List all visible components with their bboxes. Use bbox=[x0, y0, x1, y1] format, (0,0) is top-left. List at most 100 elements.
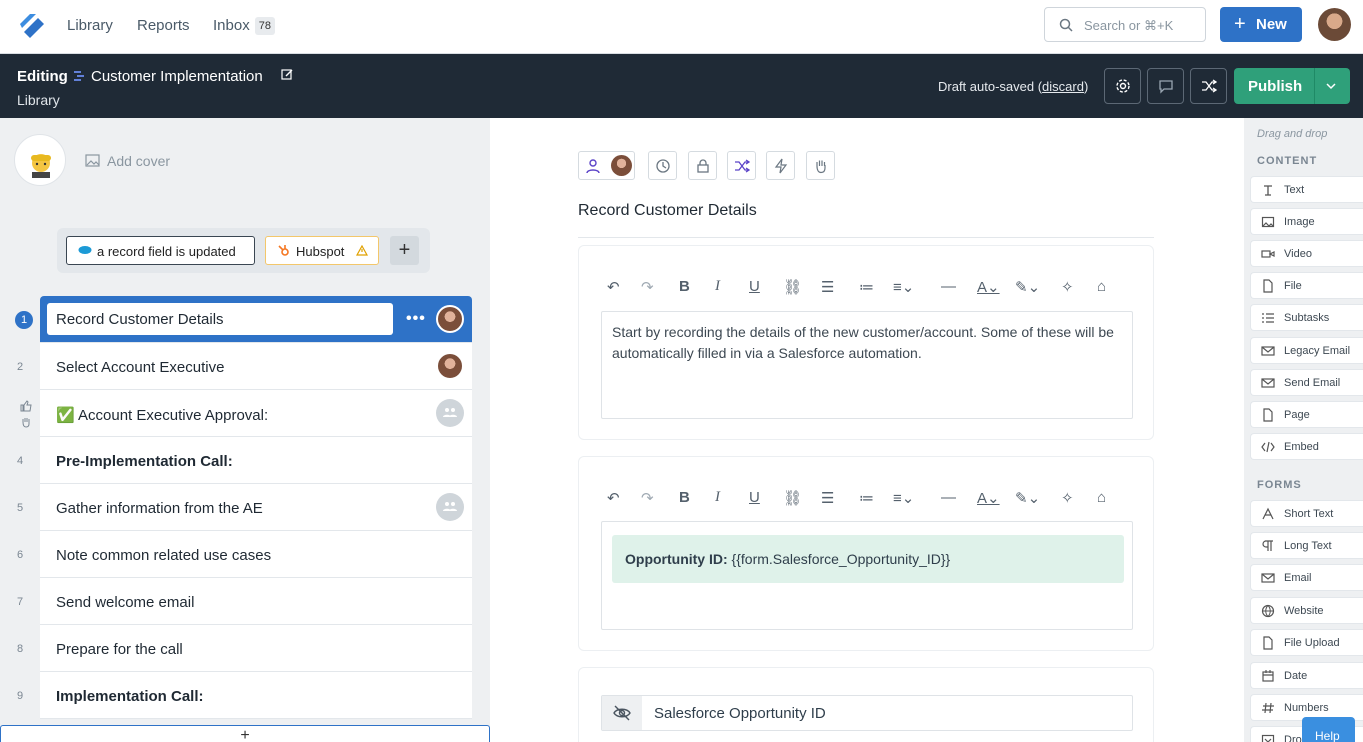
underline-icon[interactable]: U bbox=[749, 278, 760, 295]
text-color-icon[interactable]: A⌄ bbox=[977, 278, 1000, 296]
step-item[interactable]: 9 Implementation Call: bbox=[17, 672, 472, 719]
magic-wand-icon[interactable]: ✧ bbox=[1061, 489, 1074, 507]
user-avatar[interactable] bbox=[1318, 8, 1351, 41]
link-icon[interactable]: ⛓ bbox=[783, 278, 802, 296]
numbered-list-icon[interactable]: ≔ bbox=[859, 489, 874, 507]
align-icon[interactable]: ≡⌄ bbox=[893, 489, 914, 507]
palette-item-page[interactable]: Page bbox=[1250, 401, 1363, 428]
nav-inbox[interactable]: Inbox 78 bbox=[213, 17, 275, 35]
trigger-chip[interactable]: a record field is updated bbox=[66, 236, 255, 265]
new-button[interactable]: + New bbox=[1220, 7, 1302, 42]
numbered-list-icon[interactable]: ≔ bbox=[859, 278, 874, 296]
align-icon[interactable]: ≡⌄ bbox=[893, 278, 914, 296]
bold-icon[interactable]: B bbox=[679, 278, 690, 295]
palette-item-date[interactable]: Date bbox=[1250, 662, 1363, 689]
forms-section-title: FORMS bbox=[1257, 479, 1302, 491]
rich-text-editor[interactable]: Start by recording the details of the ne… bbox=[601, 311, 1133, 419]
hidden-field-input[interactable]: Salesforce Opportunity ID bbox=[601, 695, 1133, 731]
automation-button[interactable] bbox=[766, 151, 795, 180]
settings-button[interactable] bbox=[1104, 68, 1141, 104]
publish-button[interactable]: Publish bbox=[1234, 68, 1350, 104]
bold-icon[interactable]: B bbox=[679, 489, 690, 506]
group-assignee-icon[interactable] bbox=[436, 493, 464, 521]
palette-item-subtasks[interactable]: Subtasks bbox=[1250, 304, 1363, 331]
clear-format-icon[interactable]: ⌂ bbox=[1097, 489, 1106, 506]
palette-item-long-text[interactable]: Long Text bbox=[1250, 532, 1363, 559]
hidden-toggle[interactable] bbox=[602, 696, 642, 730]
palette-item-file-upload[interactable]: File Upload bbox=[1250, 629, 1363, 656]
underline-icon[interactable]: U bbox=[749, 489, 760, 506]
hidden-field-widget[interactable]: Salesforce Opportunity ID bbox=[578, 667, 1154, 742]
step-item[interactable]: 4 Pre-Implementation Call: bbox=[17, 437, 472, 484]
conditional-logic-button[interactable] bbox=[727, 151, 756, 180]
clear-format-icon[interactable]: ⌂ bbox=[1097, 278, 1106, 295]
nav-library[interactable]: Library bbox=[67, 17, 113, 34]
nav-reports[interactable]: Reports bbox=[137, 17, 190, 34]
magic-wand-icon[interactable]: ✧ bbox=[1061, 278, 1074, 296]
palette-item-send-email[interactable]: Send Email bbox=[1250, 369, 1363, 396]
step-item[interactable]: 7 Send welcome email bbox=[17, 578, 472, 625]
step-item[interactable]: ✅ Account Executive Approval: bbox=[20, 390, 472, 437]
highlight-icon[interactable]: ✎⌄ bbox=[1015, 489, 1040, 507]
permissions-button[interactable] bbox=[688, 151, 717, 180]
horizontal-rule-icon[interactable]: — bbox=[941, 278, 956, 295]
assignee-avatar[interactable] bbox=[436, 305, 464, 333]
bullet-list-icon[interactable]: ☰ bbox=[821, 278, 834, 296]
italic-icon[interactable]: I bbox=[715, 489, 720, 506]
comments-button[interactable] bbox=[1147, 68, 1184, 104]
highlight-icon[interactable]: ✎⌄ bbox=[1015, 278, 1040, 296]
text-widget[interactable]: ↶ ↷ B I U ⛓ ☰ ≔ ≡⌄ — A⌄ ✎⌄ ✧ ⌂ Start by … bbox=[578, 245, 1154, 440]
redo-icon[interactable]: ↷ bbox=[641, 489, 654, 507]
edit-icon[interactable] bbox=[281, 68, 294, 81]
palette-item-image[interactable]: Image bbox=[1250, 208, 1363, 235]
rich-text-editor[interactable]: Opportunity ID: {{form.Salesforce_Opport… bbox=[601, 521, 1133, 630]
undo-icon[interactable]: ↶ bbox=[607, 278, 620, 296]
step-item-active[interactable]: 1 Record Customer Details ••• bbox=[15, 296, 472, 343]
link-icon[interactable]: ⛓ bbox=[783, 489, 802, 507]
more-options-icon[interactable]: ••• bbox=[406, 310, 426, 328]
add-trigger-button[interactable]: + bbox=[390, 236, 419, 265]
assignees-button[interactable] bbox=[578, 151, 635, 180]
palette-item-text[interactable]: Text bbox=[1250, 176, 1363, 203]
step-item[interactable]: 8 Prepare for the call bbox=[17, 625, 472, 672]
stop-task-button[interactable] bbox=[806, 151, 835, 180]
chevron-down-icon[interactable] bbox=[1325, 80, 1337, 92]
horizontal-rule-icon[interactable]: — bbox=[941, 489, 956, 506]
step-label: Implementation Call: bbox=[56, 688, 204, 705]
breadcrumb[interactable]: Library bbox=[17, 92, 60, 108]
help-button[interactable]: Help bbox=[1302, 717, 1355, 742]
palette-item-legacy-email[interactable]: Legacy Email bbox=[1250, 337, 1363, 364]
step-item[interactable]: 5 Gather information from the AE bbox=[17, 484, 472, 531]
search-input[interactable]: Search or ⌘+K bbox=[1044, 7, 1206, 42]
palette-item-label: Numbers bbox=[1284, 702, 1329, 714]
step-item[interactable]: 2 Select Account Executive bbox=[17, 343, 472, 390]
palette-item-video[interactable]: Video bbox=[1250, 240, 1363, 267]
step-title[interactable]: Record Customer Details bbox=[578, 202, 757, 220]
comment-icon bbox=[1159, 80, 1173, 94]
discard-link[interactable]: discard bbox=[1042, 79, 1084, 94]
palette-item-label: Send Email bbox=[1284, 377, 1341, 389]
bullet-list-icon[interactable]: ☰ bbox=[821, 489, 834, 507]
italic-icon[interactable]: I bbox=[715, 278, 720, 295]
shuffle-button[interactable] bbox=[1190, 68, 1227, 104]
assignee-avatar[interactable] bbox=[436, 352, 464, 380]
palette-item-file[interactable]: File bbox=[1250, 272, 1363, 299]
callout-widget[interactable]: ↶ ↷ B I U ⛓ ☰ ≔ ≡⌄ — A⌄ ✎⌄ ✧ ⌂ Opportuni… bbox=[578, 456, 1154, 651]
palette-item-email[interactable]: Email bbox=[1250, 564, 1363, 591]
step-item[interactable]: 6 Note common related use cases bbox=[17, 531, 472, 578]
app-logo-icon[interactable] bbox=[16, 10, 48, 42]
due-date-button[interactable] bbox=[648, 151, 677, 180]
group-assignee-icon[interactable] bbox=[436, 399, 464, 427]
undo-icon[interactable]: ↶ bbox=[607, 489, 620, 507]
text-color-icon[interactable]: A⌄ bbox=[977, 489, 1000, 507]
image-icon bbox=[85, 154, 100, 167]
editor-text: Start by recording the details of the ne… bbox=[612, 324, 1114, 361]
hubspot-chip[interactable]: Hubspot bbox=[265, 236, 379, 265]
add-step-button[interactable]: + bbox=[0, 725, 490, 742]
palette-item-embed[interactable]: Embed bbox=[1250, 433, 1363, 460]
palette-item-short-text[interactable]: Short Text bbox=[1250, 500, 1363, 527]
workflow-title: Customer Implementation bbox=[91, 68, 263, 85]
workflow-emoji[interactable] bbox=[14, 134, 66, 186]
palette-item-website[interactable]: Website bbox=[1250, 597, 1363, 624]
redo-icon[interactable]: ↷ bbox=[641, 278, 654, 296]
